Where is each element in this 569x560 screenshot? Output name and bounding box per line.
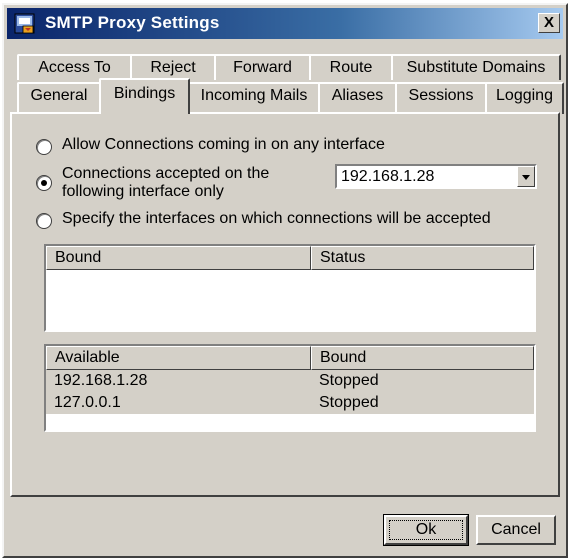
bound-interfaces-list[interactable]: Bound Status [44,244,536,332]
tab-label: Access To [38,59,111,76]
window-title: SMTP Proxy Settings [45,13,220,32]
tab-bindings[interactable]: Bindings [99,78,190,114]
radio-button-checked[interactable] [36,175,52,191]
tab-label: Reject [150,59,196,76]
interface-select[interactable]: 192.168.1.28 [335,164,537,189]
tab-label: Aliases [331,87,384,104]
tab-logging[interactable]: Logging [485,82,564,114]
tab-label: Forward [233,59,292,76]
radio-specific-line2: following interface only [62,183,224,200]
column-header-bound[interactable]: Bound [46,246,311,270]
list-header: Available Bound [46,346,534,370]
radio-specify-interfaces-label: Specify the interfaces on which connecti… [62,210,491,227]
radio-specific-interface[interactable]: Connections accepted on the following in… [36,165,269,201]
tab-sessions[interactable]: Sessions [395,82,487,114]
column-header-bound[interactable]: Bound [311,346,534,370]
focus-ring [389,520,463,540]
tab-incoming-mails[interactable]: Incoming Mails [188,82,320,114]
column-header-status[interactable]: Status [311,246,534,270]
interface-select-value: 192.168.1.28 [341,168,435,185]
list-header: Bound Status [46,246,534,270]
close-button[interactable]: X [538,13,560,33]
tab-aliases[interactable]: Aliases [318,82,397,114]
radio-any-interface-label: Allow Connections coming in on any inter… [62,136,385,153]
radio-button[interactable] [36,139,52,155]
cell-status: Stopped [319,394,379,411]
tab-label: Logging [496,87,553,104]
table-row[interactable]: 192.168.1.28 Stopped [46,370,534,392]
radio-specify-interfaces[interactable]: Specify the interfaces on which connecti… [36,210,491,229]
tab-label: Bindings [113,85,176,102]
cell-interface: 127.0.0.1 [54,394,121,411]
app-icon [14,13,35,34]
available-interfaces-list[interactable]: Available Bound 192.168.1.28 Stopped 127… [44,344,536,432]
cell-status: Stopped [319,372,379,389]
chevron-down-icon[interactable] [517,166,535,187]
table-row[interactable]: 127.0.0.1 Stopped [46,392,534,414]
ok-button[interactable]: Ok [383,514,469,546]
tab-label: Sessions [408,87,474,104]
tab-substitute-domains[interactable]: Substitute Domains [391,54,561,80]
cancel-button[interactable]: Cancel [476,515,556,545]
radio-button[interactable] [36,213,52,229]
tab-general[interactable]: General [17,82,101,114]
cell-interface: 192.168.1.28 [54,372,148,389]
title-bar[interactable]: SMTP Proxy Settings X [7,8,563,39]
tab-route[interactable]: Route [309,54,393,80]
column-header-available[interactable]: Available [46,346,311,370]
radio-any-interface[interactable]: Allow Connections coming in on any inter… [36,136,385,155]
radio-specific-interface-label: Connections accepted on the following in… [62,165,269,201]
tab-label: Substitute Domains [406,59,546,76]
tab-label: General [30,87,88,104]
cancel-button-label: Cancel [491,521,541,538]
tab-reject[interactable]: Reject [130,54,216,80]
radio-specific-line1: Connections accepted on the [62,165,270,182]
tab-forward[interactable]: Forward [214,54,311,80]
tab-access-to[interactable]: Access To [17,54,132,80]
tab-label: Incoming Mails [200,87,308,104]
tab-label: Route [329,59,373,76]
